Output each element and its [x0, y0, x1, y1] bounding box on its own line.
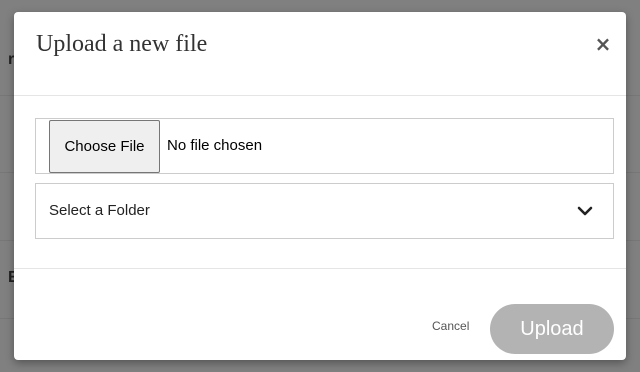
choose-file-button[interactable]: Choose File	[49, 120, 160, 173]
upload-button[interactable]: Upload	[490, 304, 614, 354]
folder-select[interactable]: Select a Folder	[35, 183, 614, 239]
folder-select-value: Select a Folder	[49, 202, 150, 219]
cancel-button[interactable]: Cancel	[432, 319, 469, 333]
dialog-body: Choose File No file chosen Select a Fold…	[14, 96, 626, 269]
file-status-text: No file chosen	[167, 137, 263, 154]
file-input[interactable]: Choose File No file chosen	[35, 118, 614, 174]
close-icon[interactable]: ×	[594, 34, 612, 54]
dialog-header: Upload a new file ×	[14, 12, 626, 96]
chevron-down-icon	[577, 206, 593, 216]
dialog-title: Upload a new file	[36, 31, 208, 57]
upload-file-dialog: Upload a new file × Choose File No file …	[14, 12, 626, 360]
dialog-footer: Cancel Upload	[14, 269, 626, 360]
